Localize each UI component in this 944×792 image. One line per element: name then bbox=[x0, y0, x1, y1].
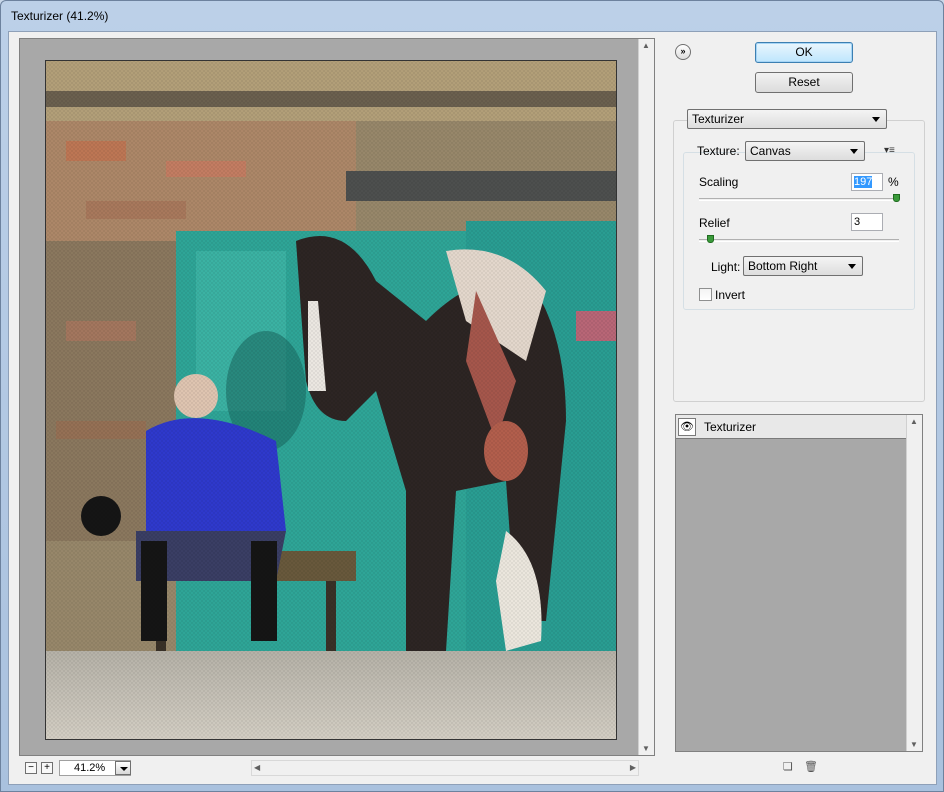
relief-slider[interactable] bbox=[699, 239, 899, 242]
texture-menu-icon[interactable]: ▾≡ bbox=[884, 145, 895, 156]
zoom-out-button[interactable]: − bbox=[25, 762, 37, 774]
zoom-dropdown-button[interactable] bbox=[115, 761, 131, 775]
scroll-left-icon[interactable]: ◀ bbox=[254, 763, 260, 772]
effect-layer-row[interactable]: 👁 Texturizer bbox=[676, 415, 906, 439]
effect-layers-panel: 👁 Texturizer ▲ ▼ bbox=[675, 414, 923, 752]
scaling-slider-thumb[interactable] bbox=[893, 194, 900, 202]
light-select[interactable]: Bottom Right bbox=[743, 256, 863, 276]
preview-image[interactable] bbox=[45, 60, 617, 740]
scroll-down-icon[interactable]: ▼ bbox=[910, 740, 918, 749]
effect-layer-label: Texturizer bbox=[704, 420, 757, 434]
double-chevron-icon: » bbox=[680, 46, 686, 56]
new-effect-layer-icon[interactable]: ❏ bbox=[783, 760, 795, 773]
scaling-field[interactable]: 197 bbox=[851, 173, 883, 191]
scroll-down-icon[interactable]: ▼ bbox=[642, 744, 650, 753]
scaling-unit: % bbox=[888, 175, 899, 189]
scaling-slider[interactable] bbox=[699, 198, 899, 201]
zoom-in-button[interactable]: + bbox=[41, 762, 53, 774]
filter-select[interactable]: Texturizer bbox=[687, 109, 887, 129]
light-label: Light: bbox=[711, 260, 741, 274]
ok-button[interactable]: OK bbox=[755, 42, 853, 63]
invert-checkbox[interactable] bbox=[699, 288, 712, 301]
reset-button[interactable]: Reset bbox=[755, 72, 853, 93]
texture-label: Texture: bbox=[697, 144, 740, 158]
layers-vertical-scrollbar[interactable]: ▲ ▼ bbox=[906, 415, 922, 751]
invert-label: Invert bbox=[715, 288, 746, 302]
dialog-client: ▲ ▼ − + 41.2% ◀ ▶ » OK Reset Texturizer … bbox=[8, 31, 937, 785]
scroll-up-icon[interactable]: ▲ bbox=[910, 417, 918, 426]
relief-label: Relief bbox=[699, 216, 730, 230]
scaling-label: Scaling bbox=[699, 175, 739, 189]
eye-icon[interactable]: 👁 bbox=[678, 418, 696, 436]
preview-zoom-bar: − + 41.2% ◀ ▶ bbox=[19, 758, 655, 778]
preview-pane[interactable]: ▲ ▼ bbox=[19, 38, 655, 756]
relief-slider-thumb[interactable] bbox=[707, 235, 714, 243]
collapse-gallery-button[interactable]: » bbox=[675, 44, 691, 60]
scroll-up-icon[interactable]: ▲ bbox=[642, 41, 650, 50]
preview-vertical-scrollbar[interactable]: ▲ ▼ bbox=[638, 39, 654, 755]
relief-field[interactable]: 3 bbox=[851, 213, 883, 231]
scroll-right-icon[interactable]: ▶ bbox=[630, 763, 636, 772]
dialog-window: Texturizer (41.2%) ▲ ▼ − + 41.2% ◀ ▶ » O… bbox=[0, 0, 944, 792]
texturized-photo-preview bbox=[46, 61, 616, 739]
preview-horizontal-scrollbar[interactable]: ◀ ▶ bbox=[251, 760, 639, 776]
delete-effect-layer-icon[interactable]: 🗑 bbox=[804, 760, 818, 773]
texture-select[interactable]: Canvas bbox=[745, 141, 865, 161]
window-title: Texturizer (41.2%) bbox=[11, 9, 109, 23]
